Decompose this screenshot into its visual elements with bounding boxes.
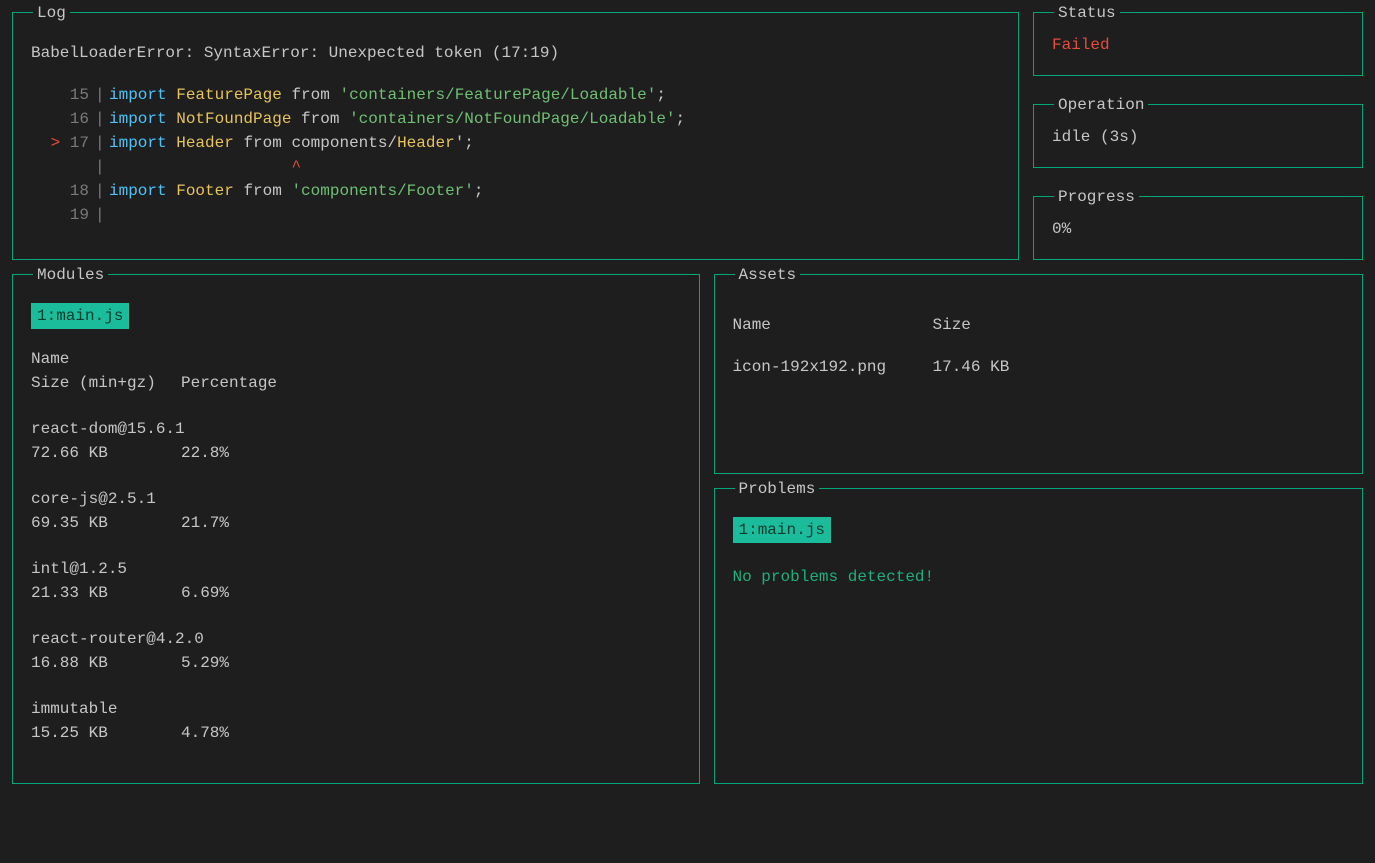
modules-hdr-name: Name <box>31 347 681 371</box>
assets-header: Name Size <box>733 313 1345 337</box>
module-pct: 6.69% <box>181 581 229 605</box>
code-block: 15 | import FeaturePage from 'containers… <box>45 83 1000 227</box>
error-marker: > 17 <box>45 131 89 155</box>
module-name: intl@1.2.5 <box>31 557 681 581</box>
modules-hdr-pct: Percentage <box>181 371 277 395</box>
problems-message: No problems detected! <box>733 565 1345 589</box>
module-entry: intl@1.2.5 21.33 KB 6.69% <box>31 557 681 605</box>
code-content: import NotFoundPage from 'containers/Not… <box>109 107 685 131</box>
line-number: 16 <box>45 107 89 131</box>
caret-indicator: ^ <box>109 155 301 179</box>
code-content: import Footer from 'components/Footer'; <box>109 179 484 203</box>
gutter-pipe: | <box>89 179 109 203</box>
module-name: react-dom@15.6.1 <box>31 417 681 441</box>
operation-title: Operation <box>1054 93 1148 117</box>
progress-value: 0% <box>1052 217 1344 241</box>
code-line: 18 | import Footer from 'components/Foot… <box>45 179 1000 203</box>
modules-hdr-size: Size (min+gz) <box>31 371 181 395</box>
status-panel: Status Failed <box>1033 12 1363 76</box>
module-name: core-js@2.5.1 <box>31 487 681 511</box>
gutter-pipe: | <box>89 131 109 155</box>
module-pct: 5.29% <box>181 651 229 675</box>
operation-value: idle (3s) <box>1052 125 1344 149</box>
code-line-error: > 17 | import Header from components/Hea… <box>45 131 1000 155</box>
log-title: Log <box>33 1 70 25</box>
module-entry: core-js@2.5.1 69.35 KB 21.7% <box>31 487 681 535</box>
module-size: 72.66 KB <box>31 441 181 465</box>
assets-hdr-name: Name <box>733 313 933 337</box>
module-pct: 21.7% <box>181 511 229 535</box>
line-number: 19 <box>45 203 89 227</box>
module-entry: react-dom@15.6.1 72.66 KB 22.8% <box>31 417 681 465</box>
status-title: Status <box>1054 1 1120 25</box>
problems-title: Problems <box>735 477 820 501</box>
gutter-pipe: | <box>89 155 109 179</box>
problems-tab[interactable]: 1:main.js <box>733 517 831 543</box>
module-size: 21.33 KB <box>31 581 181 605</box>
assets-title: Assets <box>735 263 801 287</box>
log-error-message: BabelLoaderError: SyntaxError: Unexpecte… <box>31 41 1000 65</box>
progress-panel: Progress 0% <box>1033 196 1363 260</box>
modules-title: Modules <box>33 263 108 287</box>
module-entry: react-router@4.2.0 16.88 KB 5.29% <box>31 627 681 675</box>
module-name: react-router@4.2.0 <box>31 627 681 651</box>
line-number: 15 <box>45 83 89 107</box>
module-name: immutable <box>31 697 681 721</box>
module-size: 69.35 KB <box>31 511 181 535</box>
code-caret-line: | ^ <box>45 155 1000 179</box>
operation-panel: Operation idle (3s) <box>1033 104 1363 168</box>
problems-panel: Problems 1:main.js No problems detected! <box>714 488 1364 784</box>
asset-size: 17.46 KB <box>933 355 1010 379</box>
status-value: Failed <box>1052 33 1344 57</box>
modules-tab[interactable]: 1:main.js <box>31 303 129 329</box>
modules-panel: Modules 1:main.js Name Size (min+gz) Per… <box>12 274 700 784</box>
gutter-pipe: | <box>89 107 109 131</box>
line-number: 18 <box>45 179 89 203</box>
asset-row: icon-192x192.png 17.46 KB <box>733 355 1345 379</box>
module-entry: immutable 15.25 KB 4.78% <box>31 697 681 745</box>
gutter-pipe: | <box>89 203 109 227</box>
code-content: import Header from components/Header'; <box>109 131 474 155</box>
code-line: 15 | import FeaturePage from 'containers… <box>45 83 1000 107</box>
assets-hdr-size: Size <box>933 313 971 337</box>
module-size: 15.25 KB <box>31 721 181 745</box>
assets-panel: Assets Name Size icon-192x192.png 17.46 … <box>714 274 1364 474</box>
code-content: import FeaturePage from 'containers/Feat… <box>109 83 666 107</box>
modules-header: Name Size (min+gz) Percentage <box>31 347 681 395</box>
progress-title: Progress <box>1054 185 1139 209</box>
code-line: 19 | <box>45 203 1000 227</box>
log-panel: Log BabelLoaderError: SyntaxError: Unexp… <box>12 12 1019 260</box>
module-pct: 22.8% <box>181 441 229 465</box>
code-line: 16 | import NotFoundPage from 'container… <box>45 107 1000 131</box>
module-size: 16.88 KB <box>31 651 181 675</box>
asset-name: icon-192x192.png <box>733 355 933 379</box>
module-pct: 4.78% <box>181 721 229 745</box>
gutter-pipe: | <box>89 83 109 107</box>
